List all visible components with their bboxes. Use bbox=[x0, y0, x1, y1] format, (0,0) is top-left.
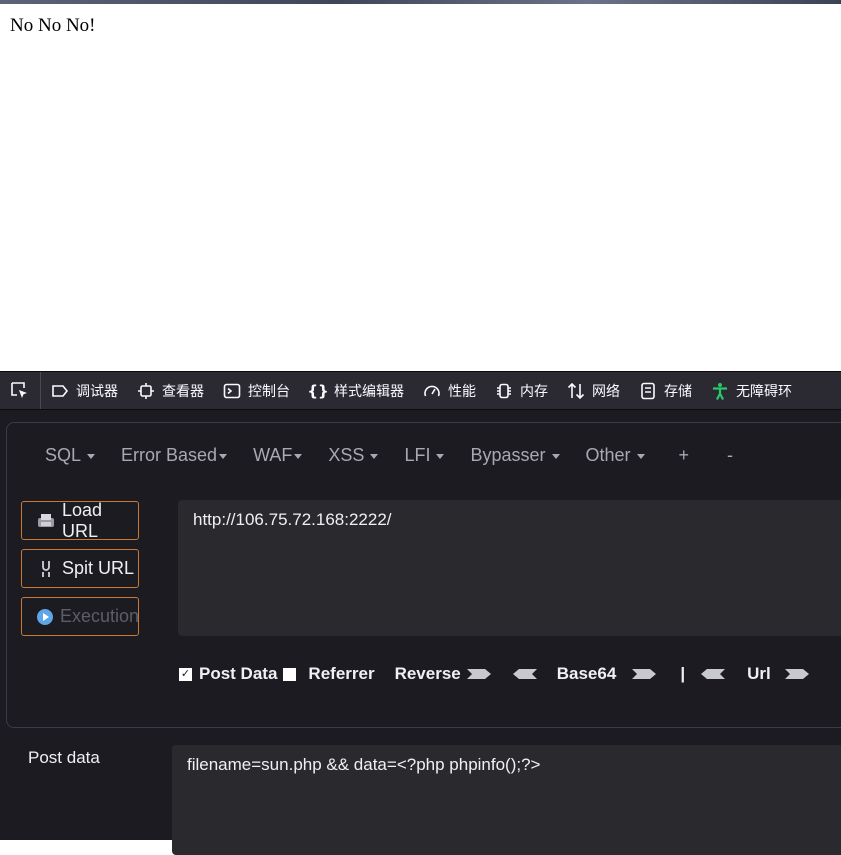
menu-label: WAF bbox=[253, 445, 293, 465]
menu-label: LFI bbox=[404, 445, 431, 465]
menu-other[interactable]: Other bbox=[586, 445, 645, 466]
tab-debugger[interactable]: 调试器 bbox=[41, 372, 127, 409]
tab-storage[interactable]: 存储 bbox=[629, 372, 701, 409]
tab-label: 控制台 bbox=[248, 383, 290, 400]
url-value: http://106.75.72.168:2222/ bbox=[193, 510, 392, 529]
arrow-left-icon[interactable] bbox=[511, 667, 537, 681]
devtools-panel: 调试器 查看器 控制台 {} 样式编辑器 性能 内存 网络 存储 无障碍环 SQ… bbox=[0, 371, 841, 855]
storage-icon bbox=[639, 382, 657, 400]
load-url-label: Load URL bbox=[62, 499, 103, 541]
hackbar-menu: SQL Error Based WAF XSS LFI Bypasser Oth… bbox=[45, 445, 759, 466]
arrow-right-icon[interactable] bbox=[466, 667, 493, 681]
menu-label: Error Based bbox=[121, 445, 218, 465]
tab-performance[interactable]: 性能 bbox=[413, 372, 485, 409]
menu-label: XSS bbox=[328, 445, 365, 465]
accessibility-icon bbox=[711, 382, 729, 400]
style-editor-icon: {} bbox=[307, 381, 329, 400]
debugger-icon bbox=[51, 382, 69, 400]
chevron-down-icon bbox=[636, 454, 645, 459]
menu-label: + bbox=[678, 445, 690, 465]
tab-label: 网络 bbox=[592, 383, 620, 400]
chevron-down-icon bbox=[294, 454, 303, 459]
console-icon bbox=[223, 382, 241, 400]
menu-xss[interactable]: XSS bbox=[328, 445, 379, 466]
menu-bypasser[interactable]: Bypasser bbox=[470, 445, 560, 466]
page-content-text: No No No! bbox=[10, 15, 96, 36]
post-data-label: Post Data bbox=[199, 664, 278, 683]
execution-label: Execution bbox=[60, 606, 140, 626]
tab-memory[interactable]: 内存 bbox=[485, 372, 557, 409]
split-url-button[interactable]: Spit URL bbox=[21, 549, 139, 588]
menu-error-based[interactable]: Error Based bbox=[121, 445, 228, 466]
tab-label: 内存 bbox=[520, 383, 548, 400]
chevron-down-icon bbox=[219, 454, 228, 459]
post-data-section-label: Post data bbox=[28, 748, 100, 767]
load-icon bbox=[36, 511, 56, 531]
url-input[interactable]: http://106.75.72.168:2222/ bbox=[178, 500, 841, 636]
execution-button[interactable]: Execution bbox=[21, 597, 139, 636]
chevron-down-icon bbox=[436, 454, 445, 459]
tab-label: 调试器 bbox=[76, 383, 118, 400]
tab-network[interactable]: 网络 bbox=[557, 372, 629, 409]
hackbar-panel: SQL Error Based WAF XSS LFI Bypasser Oth… bbox=[6, 422, 841, 728]
post-data-value: filename=sun.php && data=<?php phpinfo()… bbox=[187, 755, 541, 774]
url-encode-label: Url bbox=[747, 664, 771, 683]
element-picker-button[interactable] bbox=[0, 372, 41, 409]
split-icon bbox=[36, 559, 56, 579]
split-url-label: Spit URL bbox=[62, 558, 135, 578]
menu-lfi[interactable]: LFI bbox=[404, 445, 445, 466]
memory-icon bbox=[495, 382, 513, 400]
menu-remove[interactable]: - bbox=[727, 445, 733, 466]
tab-label: 无障碍环 bbox=[736, 383, 792, 400]
play-icon bbox=[36, 607, 54, 627]
separator: | bbox=[680, 664, 686, 683]
tab-console[interactable]: 控制台 bbox=[213, 372, 299, 409]
element-picker-icon bbox=[11, 381, 27, 398]
tab-style-editor[interactable]: {} 样式编辑器 bbox=[299, 372, 413, 409]
referrer-checkbox[interactable] bbox=[283, 667, 297, 681]
referrer-label: Referrer bbox=[308, 664, 375, 683]
menu-waf[interactable]: WAF bbox=[253, 445, 303, 466]
menu-label: - bbox=[727, 445, 734, 465]
menu-sql[interactable]: SQL bbox=[45, 445, 96, 466]
menu-label: Other bbox=[585, 445, 631, 465]
chevron-down-icon bbox=[87, 454, 96, 459]
options-row: ✓ Post Data Referrer Reverse Base64 | Ur… bbox=[178, 664, 811, 684]
tab-label: 性能 bbox=[448, 383, 476, 400]
performance-icon bbox=[423, 382, 441, 400]
menu-label: Bypasser bbox=[470, 445, 546, 465]
menu-label: SQL bbox=[45, 445, 82, 465]
devtools-toolbar: 调试器 查看器 控制台 {} 样式编辑器 性能 内存 网络 存储 无障碍环 bbox=[0, 371, 841, 410]
post-data-checkbox[interactable]: ✓ bbox=[178, 666, 193, 682]
tab-label: 存储 bbox=[664, 383, 692, 400]
tab-label: 样式编辑器 bbox=[334, 383, 404, 400]
post-data-input[interactable]: filename=sun.php && data=<?php phpinfo()… bbox=[172, 745, 841, 855]
arrow-right-icon[interactable] bbox=[784, 667, 811, 681]
tab-accessibility[interactable]: 无障碍环 bbox=[701, 372, 801, 409]
base64-label: Base64 bbox=[556, 664, 617, 683]
inspector-icon bbox=[137, 382, 155, 400]
arrow-right-icon[interactable] bbox=[632, 667, 658, 681]
tab-inspector[interactable]: 查看器 bbox=[127, 372, 213, 409]
load-url-button[interactable]: Load URL bbox=[21, 499, 139, 541]
chevron-down-icon bbox=[370, 454, 379, 459]
menu-add[interactable]: + bbox=[679, 445, 690, 466]
browser-chrome-strip bbox=[0, 0, 841, 4]
chevron-down-icon bbox=[551, 454, 560, 459]
reverse-button[interactable]: Reverse bbox=[395, 664, 461, 684]
network-icon bbox=[567, 382, 585, 400]
tab-label: 查看器 bbox=[162, 383, 204, 400]
arrow-left-icon[interactable] bbox=[699, 667, 726, 681]
